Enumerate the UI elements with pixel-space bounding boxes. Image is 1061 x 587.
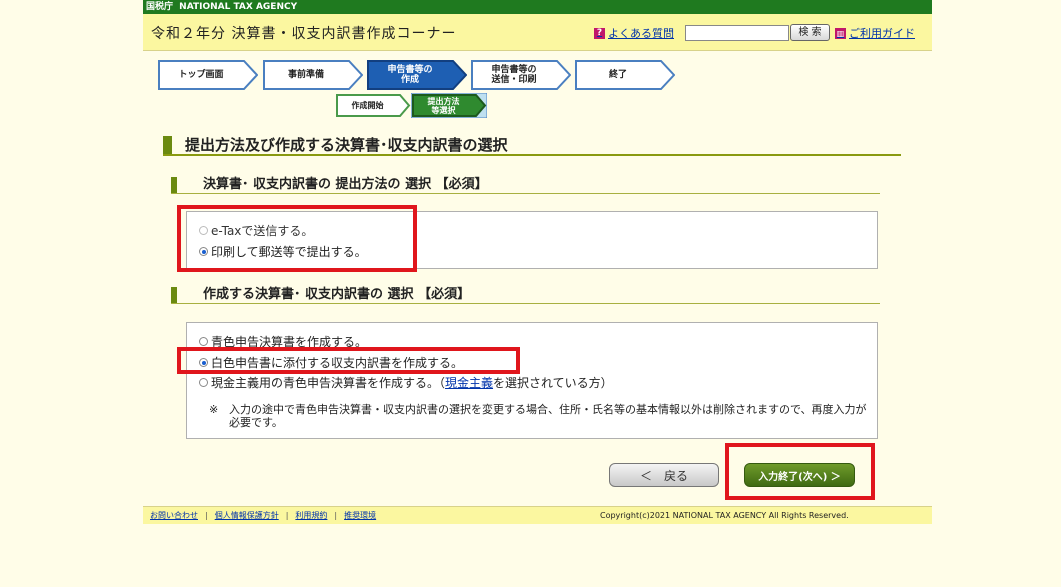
step-2: 事前準備 [263, 60, 363, 90]
footer: お問い合わせ | 個人情報保護方針 | 利用規約 | 推奨環境 Copyrigh… [143, 506, 932, 524]
faq-link[interactable]: ? よくある質問 [594, 25, 674, 41]
guide-icon: ▥ [835, 27, 846, 39]
header: 令和２年分 決算書・収支内訳書作成コーナー ? よくある質問 検 索 ▥ ご利用… [143, 14, 932, 51]
highlight-box [177, 205, 417, 272]
document-type-box: 青色申告決算書を作成する。 白色申告書に添付する収支内訳書を作成する。 現金主義… [186, 322, 878, 439]
note: ※ 入力の途中で青色申告決算書・収支内訳書の選択を変更する場合、住所・氏名等の基… [209, 403, 869, 429]
heading-bar [171, 177, 177, 193]
search-button[interactable]: 検 索 [790, 24, 830, 41]
footer-links: お問い合わせ | 個人情報保護方針 | 利用規約 | 推奨環境 [150, 510, 376, 521]
footer-link-privacy[interactable]: 個人情報保護方針 [215, 510, 279, 521]
substep-1: 作成開始 [335, 93, 411, 118]
step-4: 申告書等の 送信・印刷 [471, 60, 571, 90]
step-label: 終了 [608, 70, 627, 80]
substep-2: 提出方法 等選択 [411, 93, 487, 118]
footer-separator: | [334, 511, 338, 520]
question-icon: ? [594, 27, 605, 39]
step-label: 事前準備 [287, 70, 324, 80]
guide-link[interactable]: ▥ ご利用ガイド [835, 25, 915, 41]
step-label: トップ画面 [178, 70, 224, 80]
substep-label: 作成開始 [351, 101, 384, 110]
back-button[interactable]: ＜ 戻る [609, 463, 719, 487]
highlight-box [177, 347, 520, 374]
page-title: 令和２年分 決算書・収支内訳書作成コーナー [151, 26, 457, 42]
search-input[interactable] [685, 25, 789, 41]
heading-bar [171, 287, 177, 303]
step-3: 申告書等の 作成 [367, 60, 467, 90]
cash-basis-link[interactable]: 現金主義 [445, 374, 493, 391]
footer-separator: | [285, 511, 289, 520]
substep-label: 提出方法 等選択 [427, 96, 460, 115]
step-label: 申告書等の 作成 [387, 65, 433, 85]
section2-heading-text: 作成する決算書･ 収支内訳書の 選択 【必須】 [203, 287, 471, 302]
step-5: 終了 [575, 60, 675, 90]
section1-heading: 決算書･ 収支内訳書の 提出方法の 選択 【必須】 [171, 177, 880, 194]
footer-link-contact[interactable]: お問い合わせ [150, 510, 198, 521]
option-cash-basis-label: 現金主義用の青色申告決算書を作成する。（ [211, 376, 446, 390]
footer-link-terms[interactable]: 利用規約 [295, 510, 327, 521]
option-cash-basis[interactable]: 現金主義用の青色申告決算書を作成する。（ 現金主義 を選択されている方） [199, 374, 613, 391]
page: 国税庁 NATIONAL TAX AGENCY 令和２年分 決算書・収支内訳書作… [143, 0, 932, 587]
section1-heading-text: 決算書･ 収支内訳書の 提出方法の 選択 【必須】 [203, 177, 488, 192]
footer-separator: | [205, 511, 208, 520]
footer-link-environment[interactable]: 推奨環境 [344, 510, 376, 521]
note-text: 入力の途中で青色申告決算書・収支内訳書の選択を変更する場合、住所・氏名等の基本情… [229, 403, 867, 429]
main-heading-text: 提出方法及び作成する決算書･収支内訳書の選択 [185, 136, 508, 154]
radio-blue-return[interactable] [199, 337, 208, 346]
option-cash-basis-suffix: を選択されている方） [493, 376, 613, 390]
step-1: トップ画面 [158, 60, 258, 90]
agency-bar: 国税庁 NATIONAL TAX AGENCY [143, 0, 932, 14]
main-heading: 提出方法及び作成する決算書･収支内訳書の選択 [163, 136, 901, 156]
agency-label-en: NATIONAL TAX AGENCY [179, 2, 298, 12]
note-mark: ※ [209, 403, 219, 416]
highlight-box [725, 443, 875, 500]
agency-label-ja: 国税庁 [146, 2, 174, 12]
radio-cash-basis[interactable] [199, 378, 208, 387]
guide-link-label: ご利用ガイド [849, 27, 915, 40]
copyright: Copyright(c)2021 NATIONAL TAX AGENCY All… [600, 511, 849, 520]
step-label: 申告書等の 送信・印刷 [491, 65, 537, 85]
section2-heading: 作成する決算書･ 収支内訳書の 選択 【必須】 [171, 287, 880, 304]
heading-bar [163, 136, 172, 154]
faq-link-label: よくある質問 [608, 27, 674, 40]
